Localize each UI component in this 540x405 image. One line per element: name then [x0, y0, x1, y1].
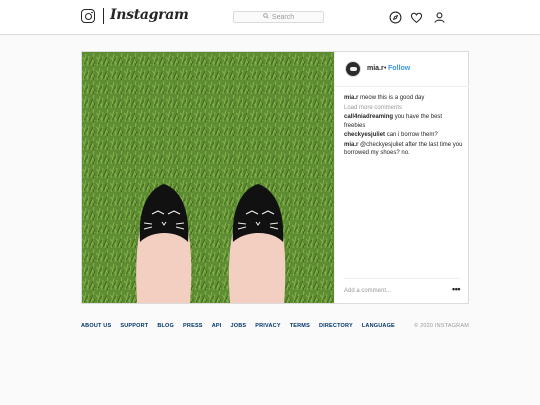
- footer-link-privacy[interactable]: PRIVACY: [255, 323, 280, 329]
- footer-link-support[interactable]: SUPPORT: [120, 323, 148, 329]
- avatar[interactable]: [345, 61, 361, 77]
- heart-icon[interactable]: [410, 11, 423, 24]
- post-username[interactable]: mia.r: [367, 65, 384, 72]
- comment-username[interactable]: mia.r: [344, 95, 358, 101]
- footer-link-blog[interactable]: BLOG: [157, 323, 174, 329]
- post-sidebar: mia.r • Follow mia.r meow this is a good…: [334, 52, 469, 303]
- footer-links: ABOUT US SUPPORT BLOG PRESS API JOBS PRI…: [81, 323, 395, 329]
- search-input[interactable]: Search: [233, 11, 324, 23]
- add-comment-placeholder: Add a comment...: [344, 288, 392, 294]
- more-options-icon[interactable]: •••: [452, 284, 460, 294]
- post-card: mia.r • Follow mia.r meow this is a good…: [81, 51, 469, 304]
- comment-list: mia.r meow this is a good day Load more …: [344, 94, 464, 159]
- footer-link-directory[interactable]: DIRECTORY: [319, 323, 353, 329]
- comment-item: mia.r @checkyesjuliet after the last tim…: [344, 141, 464, 158]
- instagram-logo-icon[interactable]: [81, 9, 95, 23]
- comment-text: can i borrow them?: [386, 132, 438, 138]
- profile-icon[interactable]: [433, 11, 446, 24]
- caption: mia.r meow this is a good day: [344, 94, 464, 103]
- comment-text: @checkyesjuliet after the last time you …: [344, 141, 463, 157]
- logo-divider: [103, 8, 104, 24]
- post-photo[interactable]: [82, 52, 334, 303]
- footer-link-jobs[interactable]: JOBS: [230, 323, 246, 329]
- comment-username[interactable]: mia.r: [344, 142, 358, 148]
- footer-link-about-us[interactable]: ABOUT US: [81, 323, 111, 329]
- copyright-text: © 2020 INSTAGRAM: [414, 323, 469, 329]
- search-icon: [263, 13, 269, 21]
- post-header: mia.r • Follow: [335, 52, 469, 87]
- footer-link-terms[interactable]: TERMS: [290, 323, 310, 329]
- search-placeholder: Search: [271, 13, 295, 21]
- comment-item: checkyesjuliet can i borrow them?: [344, 131, 464, 140]
- comment-username[interactable]: call4niadreaming: [344, 114, 393, 120]
- footer-link-api[interactable]: API: [212, 323, 222, 329]
- comment-username[interactable]: checkyesjuliet: [344, 132, 385, 138]
- load-more-comments-button[interactable]: Load more comments: [344, 104, 464, 113]
- footer-link-language[interactable]: LANGUAGE: [362, 323, 395, 329]
- instagram-wordmark[interactable]: Instagram: [110, 7, 189, 23]
- separator-dot: •: [384, 65, 387, 72]
- footer-link-press[interactable]: PRESS: [183, 323, 203, 329]
- top-navigation-bar: Instagram Search: [0, 0, 540, 35]
- comment-text: meow this is a good day: [360, 95, 425, 101]
- add-comment-field[interactable]: Add a comment... •••: [344, 278, 460, 303]
- comment-item: call4niadreaming you have the best freeb…: [344, 113, 464, 130]
- follow-button[interactable]: Follow: [388, 65, 410, 72]
- compass-icon[interactable]: [389, 11, 402, 24]
